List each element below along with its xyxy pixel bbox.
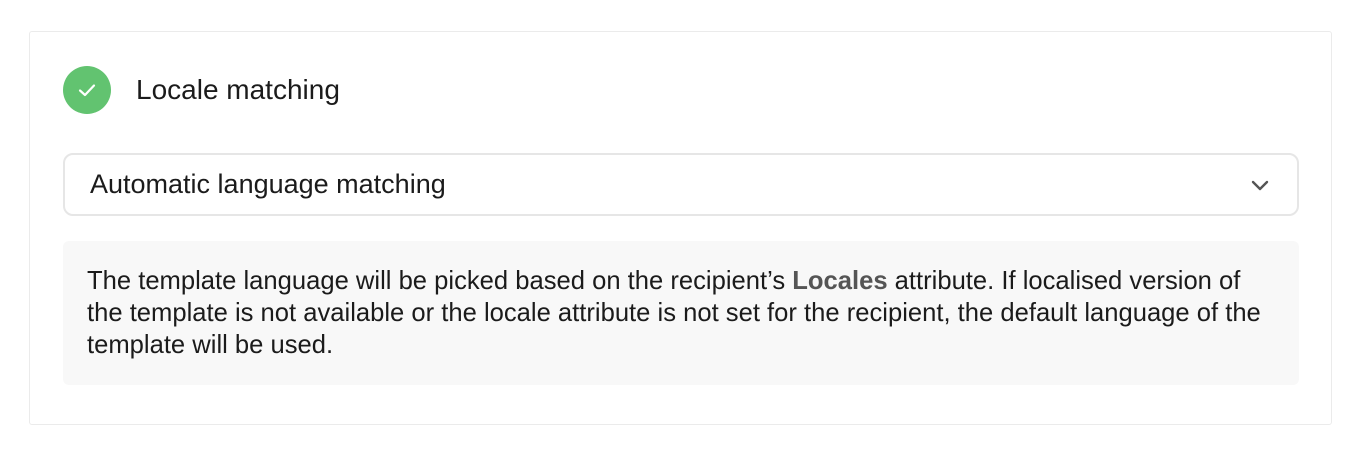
info-box: The template language will be picked bas… [63, 241, 1299, 385]
check-icon [78, 84, 96, 97]
select-value: Automatic language matching [90, 169, 446, 199]
locales-attribute-highlight: Locales [792, 267, 888, 295]
locale-matching-card: Locale matching Automatic language match… [29, 31, 1332, 425]
info-description: The template language will be picked bas… [87, 265, 1275, 361]
locale-matching-select[interactable]: Automatic language matching [63, 153, 1299, 216]
info-text-before: The template language will be picked bas… [87, 267, 793, 295]
card-header: Locale matching [63, 66, 340, 114]
section-title: Locale matching [136, 74, 340, 105]
success-status-badge [63, 66, 111, 114]
chevron-down-icon[interactable] [1249, 174, 1271, 196]
